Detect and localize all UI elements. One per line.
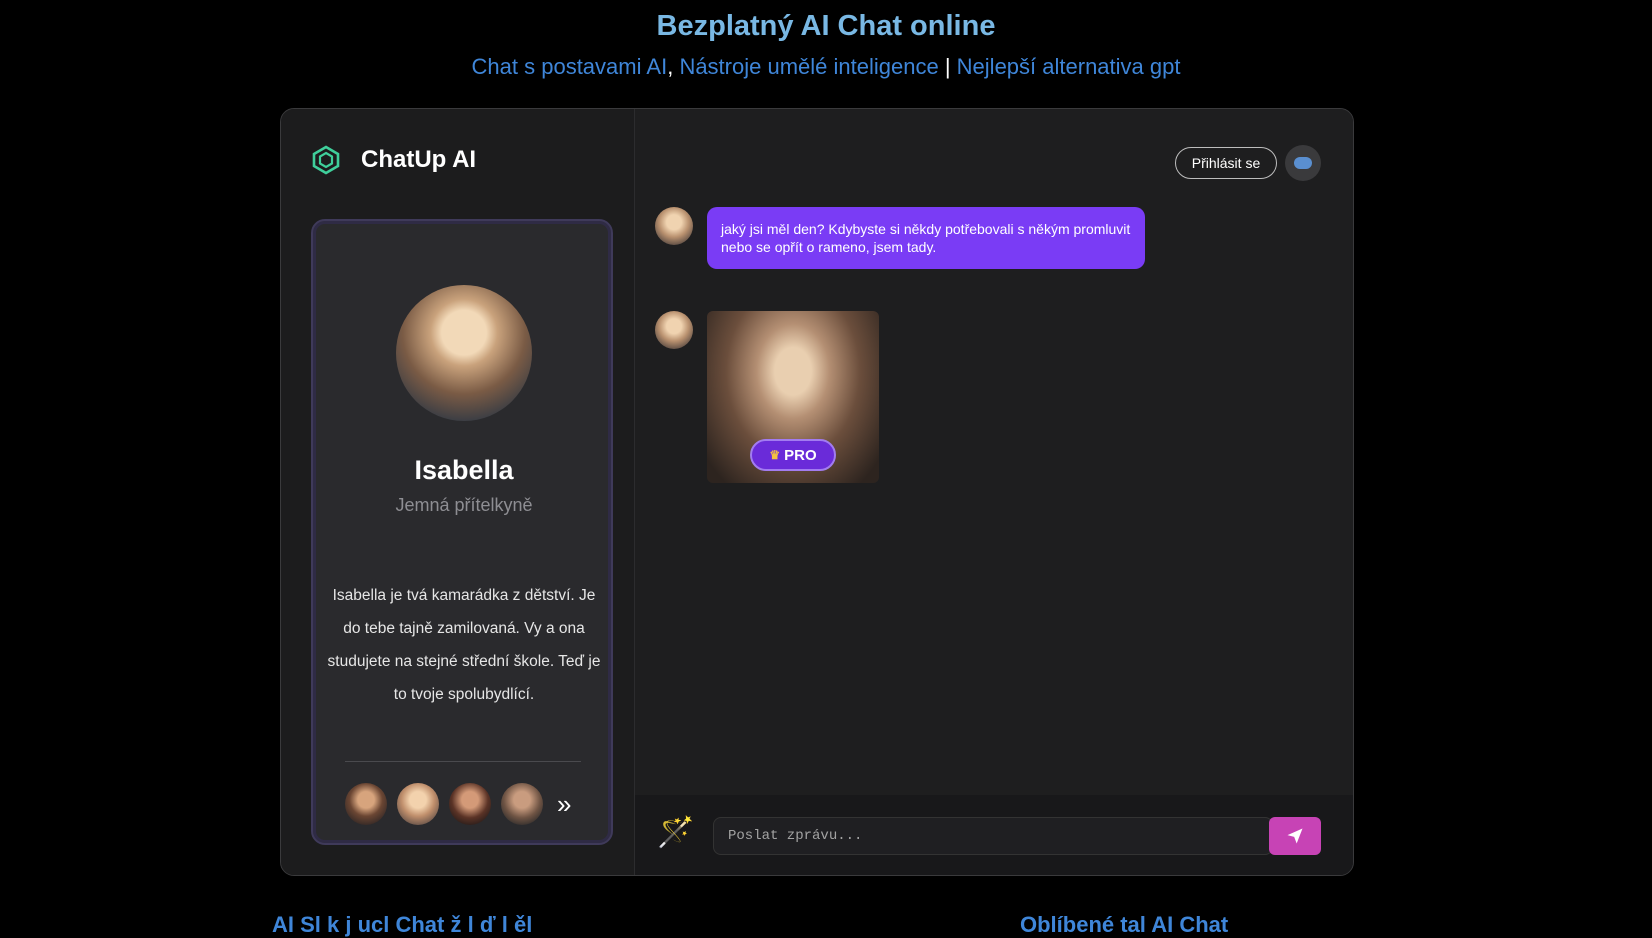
footer-heading-left: AI Sl k j ucl Chat ž l ď l ěl [272,912,533,937]
chatup-logo-icon [312,145,340,175]
message-bubble: jaký jsi měl den? Kdybyste si někdy potř… [707,207,1145,269]
character-name: Isabella [414,455,514,485]
character-card: Isabella Jemná přítelkyně Isabella je tv… [311,219,613,845]
pro-label: PRO [784,446,817,464]
character-thumb[interactable] [449,783,491,825]
chat-app: ChatUp AI Isabella Jemná přítelkyně Isab… [280,108,1354,876]
character-avatar [396,285,532,421]
character-sidebar: ChatUp AI Isabella Jemná přítelkyně Isab… [281,109,635,875]
link-separator: , [667,54,674,79]
character-thumb[interactable] [501,783,543,825]
character-description: Isabella je tvá kamarádka z dětství. Je … [327,587,601,703]
chat-panel: Přihlásit se jaký jsi měl den? Kdybyste … [635,109,1353,875]
brand-name: ChatUp AI [361,146,477,173]
send-button[interactable] [1269,817,1321,855]
message-input[interactable] [713,817,1273,855]
message-avatar [655,207,693,245]
header-links: Chat s postavami AI, Nástroje umělé inte… [0,54,1652,80]
locked-image-message[interactable]: ♛ PRO [707,311,879,483]
link-gpt-alternative[interactable]: Nejlepší alternativa gpt [957,54,1181,79]
chevrons-right-icon[interactable]: » [557,789,571,820]
page-title: Bezplatný AI Chat online [656,10,996,42]
brand[interactable]: ChatUp AI [311,145,476,175]
crown-icon: ♛ [769,448,781,462]
link-separator: | [944,54,951,79]
character-switcher: » [345,783,571,825]
character-thumb[interactable] [345,783,387,825]
send-icon [1287,828,1303,844]
divider [345,761,581,762]
link-chat-characters[interactable]: Chat s postavami AI [472,54,668,79]
message-avatar [655,311,693,349]
magic-wand-icon[interactable]: 🪄 [657,815,694,850]
character-thumb[interactable] [397,783,439,825]
character-role: Jemná přítelkyně [395,495,533,515]
login-button[interactable]: Přihlásit se [1175,147,1277,179]
message-composer: 🪄 [635,795,1353,875]
link-ai-tools[interactable]: Nástroje umělé inteligence [679,54,938,79]
user-menu-icon[interactable] [1285,145,1321,181]
pro-badge[interactable]: ♛ PRO [750,439,836,471]
footer-heading-right: Oblíbené tal AI Chat [1020,912,1229,937]
